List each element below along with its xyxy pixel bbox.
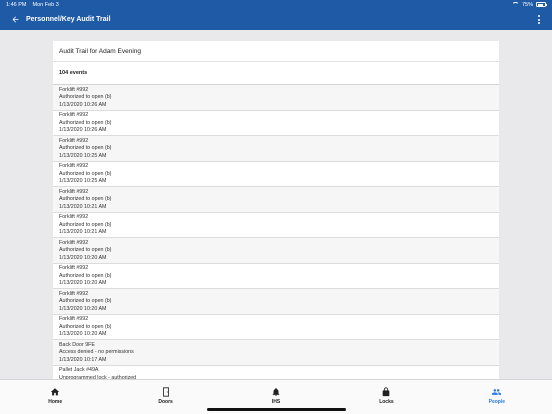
event-status: Access denied - no permissions: [59, 349, 134, 356]
people-icon: [492, 388, 502, 395]
event-row[interactable]: Pallet Jack #49A Unprogrammed lock - auth…: [53, 366, 499, 379]
audit-trail-card: Audit Trail for Adam Evening 104 events …: [53, 41, 499, 379]
event-row[interactable]: Forklift #992 Authorized to open (b) 1/13/…: [53, 238, 499, 264]
event-status: Authorized to open (b): [59, 170, 112, 177]
tab-label: Doors: [158, 399, 173, 405]
overflow-menu-button[interactable]: [534, 13, 544, 27]
event-time: 1/13/2020 10:20 AM: [59, 254, 107, 261]
event-status: Authorized to open (b): [59, 298, 112, 305]
event-name: Back Door 9FE: [59, 341, 95, 348]
event-status: Authorized to open (b): [59, 247, 112, 254]
event-time: 1/13/2020 10:21 AM: [59, 229, 107, 236]
tab-locks[interactable]: Locks: [331, 380, 441, 414]
event-status: Authorized to open (b): [59, 94, 112, 101]
event-time: 1/13/2020 10:26 AM: [59, 101, 107, 108]
event-name: Forklift #992: [59, 265, 89, 271]
status-time: 1:46 PM: [6, 1, 27, 8]
event-time: 1/13/2020 10:20 AM: [59, 280, 107, 287]
event-name: Forklift #992: [59, 86, 89, 93]
event-name: Forklift #992: [59, 112, 89, 118]
event-status: Authorized to open (b): [59, 196, 112, 203]
tab-label: IHS: [271, 399, 281, 405]
event-name: Forklift #992: [59, 163, 89, 169]
tab-label: Locks: [379, 399, 394, 405]
battery-percent: 75%: [521, 1, 533, 8]
event-list[interactable]: Forklift #992 Authorized to open (b) 1/13/…: [53, 85, 499, 379]
battery-icon: [536, 2, 547, 7]
event-row[interactable]: Forklift #992 Authorized to open (b) 1/13/…: [53, 162, 499, 187]
event-name: Forklift #992: [59, 316, 89, 322]
status-bar: 1:46 PM Mon Feb 3 75%: [0, 0, 552, 9]
home-icon: [51, 387, 60, 395]
event-status: Authorized to open (b): [59, 323, 112, 330]
tab-label: People: [488, 399, 506, 405]
event-time: 1/13/2020 10:20 AM: [59, 305, 107, 312]
tab-doors[interactable]: Doors: [110, 380, 220, 414]
event-name: Forklift #992: [59, 188, 89, 195]
event-row[interactable]: Back Door 9FE Access denied - no permissi…: [53, 340, 499, 366]
back-button[interactable]: [8, 13, 22, 27]
event-name: Forklift #992: [59, 290, 89, 297]
event-row[interactable]: Forklift #992 Authorized to open (b) 1/13/…: [53, 111, 499, 136]
event-time: 1/13/2020 10:20 AM: [59, 331, 107, 338]
event-time: 1/13/2020 10:26 AM: [59, 127, 107, 134]
card-title: Audit Trail for Adam Evening: [53, 41, 499, 62]
event-time: 1/13/2020 10:25 AM: [59, 152, 107, 159]
event-status: Authorized to open (b): [59, 145, 112, 152]
event-row[interactable]: Forklift #992 Authorized to open (b) 1/13/…: [53, 85, 499, 111]
app-bar: Personnel/Key Audit Trail: [0, 9, 552, 30]
wifi-icon: [511, 2, 519, 7]
door-icon: [162, 386, 169, 397]
event-name: Pallet Jack #49A: [59, 367, 99, 373]
event-name: Forklift #992: [59, 137, 89, 144]
tab-people[interactable]: People: [442, 380, 552, 414]
dot-icon: [538, 18, 540, 21]
event-time: 1/13/2020 10:21 AM: [59, 203, 107, 210]
page-title: Personnel/Key Audit Trail: [26, 16, 111, 23]
event-row[interactable]: Forklift #992 Authorized to open (b) 1/13/…: [53, 136, 499, 162]
bell-icon: [272, 387, 280, 396]
event-row[interactable]: Forklift #992 Authorized to open (b) 1/13/…: [53, 289, 499, 315]
event-status: Authorized to open (b): [59, 221, 112, 228]
dot-icon: [538, 15, 540, 17]
event-row[interactable]: Forklift #992 Authorized to open (b) 1/13/…: [53, 315, 499, 340]
event-row[interactable]: Forklift #992 Authorized to open (b) 1/13/…: [53, 187, 499, 213]
arrow-left-icon: [12, 16, 18, 23]
event-row[interactable]: Forklift #992 Authorized to open (b) 1/13/…: [53, 264, 499, 289]
tab-label: Home: [48, 399, 63, 405]
event-status: Authorized to open (b): [59, 272, 112, 279]
status-date: Mon Feb 3: [32, 1, 59, 8]
event-time: 1/13/2020 10:25 AM: [59, 178, 107, 185]
event-name: Forklift #992: [59, 239, 89, 246]
home-indicator: [207, 408, 346, 411]
event-row[interactable]: Forklift #992 Authorized to open (b) 1/13/…: [53, 213, 499, 238]
tab-home[interactable]: Home: [0, 380, 110, 414]
lock-icon: [383, 386, 390, 396]
event-name: Forklift #992: [59, 214, 89, 220]
event-time: 1/13/2020 10:17 AM: [59, 356, 107, 363]
dot-icon: [538, 22, 540, 24]
event-count: 104 events: [53, 62, 499, 85]
event-status: Authorized to open (b): [59, 119, 112, 126]
